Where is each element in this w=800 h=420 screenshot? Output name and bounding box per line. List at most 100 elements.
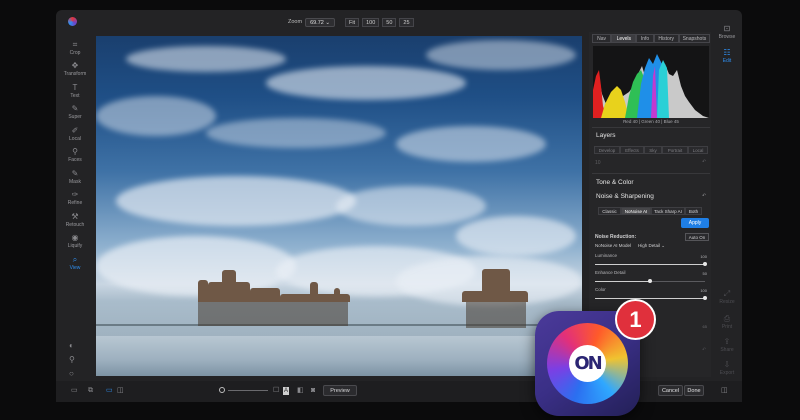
checkbox-icon[interactable]: ☐ (273, 386, 279, 396)
zoom-100-button[interactable]: 100 (362, 17, 380, 27)
tab-levels[interactable]: Levels (611, 34, 637, 43)
filmstrip-toggle-icon[interactable]: ▭ (71, 386, 78, 396)
view-icon: ⌕ (72, 255, 78, 264)
layer-tab-effects[interactable]: Effects (620, 146, 644, 154)
zoom-25-button[interactable]: 25 (399, 17, 414, 27)
layer-tabs: Develop Effects Sky Portrait Local (594, 146, 708, 154)
auto-on-button[interactable]: Auto On (685, 233, 709, 241)
layer-dim-value: 10 (595, 160, 601, 166)
tab-nav[interactable]: Nav (592, 34, 612, 43)
tool-rail: ⌗ Crop ✥ Transform T Text ✎ Super ✐ Local ⚲ Fa… (58, 34, 92, 274)
zoom-toolbar: Zoom 69.72 ⌄ Fit 100 50 25 (288, 17, 414, 27)
mode-browse[interactable]: ⊡ Browse (714, 24, 740, 40)
app-logo-icon (68, 17, 77, 26)
zoom-50-button[interactable]: 50 (382, 17, 397, 27)
tool-retouch[interactable]: ⚒ Retouch (58, 212, 92, 233)
layer-tab-local[interactable]: Local (688, 146, 708, 154)
histogram (593, 46, 709, 118)
bottom-zoom-knob[interactable] (219, 387, 225, 393)
mode-both[interactable]: Both (685, 207, 702, 215)
color-slider[interactable] (595, 296, 707, 300)
mode-classic[interactable]: Classic (598, 207, 621, 215)
app-icon-monogram: ON (574, 353, 602, 374)
noise-reset-icon[interactable]: ↶ (702, 193, 706, 199)
mode-resize[interactable]: ⤢ Resize (714, 289, 740, 305)
layers-toggle-icon[interactable]: ◐ (69, 341, 74, 351)
retouch-icon: ⚒ (71, 212, 79, 221)
browse-icon: ⊡ (723, 24, 731, 33)
bottom-zoom-slider[interactable] (228, 390, 268, 391)
tab-info[interactable]: Info (636, 34, 654, 43)
single-view-icon[interactable]: ▭ (106, 386, 113, 396)
tool-view[interactable]: ⌕ View (58, 255, 92, 276)
layer-reset-icon[interactable]: ↶ (702, 159, 706, 165)
tab-history[interactable]: History (653, 34, 679, 43)
tool-liquify[interactable]: ◉ Liquify (58, 233, 92, 254)
tone-color-title[interactable]: Tone & Color (596, 179, 634, 186)
luminance-label: Luminance (595, 253, 618, 258)
layer-tab-sky[interactable]: Sky (644, 146, 662, 154)
transform-icon: ✥ (71, 61, 79, 70)
zoom-dropdown[interactable]: 69.72 ⌄ (305, 17, 335, 27)
color-value: 100 (700, 288, 707, 293)
tool-faces[interactable]: ⚲ Faces (58, 147, 92, 168)
mode-print[interactable]: ⎙ Print (714, 314, 740, 330)
help-icon[interactable]: ○ (69, 369, 74, 379)
compare-icon[interactable]: ⧉ (88, 386, 93, 396)
mode-share[interactable]: ⇪ Share (714, 337, 740, 353)
mask-icon: ✎ (71, 169, 79, 178)
color-label: Color (595, 287, 606, 292)
tool-local[interactable]: ✐ Local (58, 126, 92, 147)
tool-refine[interactable]: ✑ Refine (58, 190, 92, 211)
local-brush-icon: ✐ (71, 126, 79, 135)
mode-export[interactable]: ⇩ Export (714, 360, 740, 376)
mask-toggle-icon[interactable]: ◧ (297, 386, 304, 396)
tool-crop[interactable]: ⌗ Crop (58, 40, 92, 61)
split-view-icon[interactable]: ◫ (117, 386, 124, 396)
tool-super[interactable]: ✎ Super (58, 104, 92, 125)
layers-title: Layers (596, 132, 616, 139)
noise-sharpening-title[interactable]: Noise & Sharpening (596, 193, 654, 200)
histogram-readout: Red 40 | Green 40 | Blue 45 (623, 119, 679, 124)
enhance-detail-slider[interactable] (595, 279, 705, 283)
apply-button[interactable]: Apply (681, 218, 709, 228)
camera-icon[interactable]: ◙ (311, 386, 315, 396)
tool-text[interactable]: T Text (58, 83, 92, 104)
tab-snapshots[interactable]: Snapshots (678, 34, 711, 43)
liquify-icon: ◉ (71, 233, 79, 242)
faces-icon: ⚲ (72, 147, 78, 156)
brush-icon: ✎ (71, 104, 79, 113)
preview-button[interactable]: Preview (323, 385, 357, 396)
done-button[interactable]: Done (684, 385, 704, 396)
noise-mode-selector: Classic NoNoise AI Tack Sharp AI Both (598, 207, 706, 215)
mode-nonoise-ai[interactable]: NoNoise AI (621, 207, 651, 215)
mode-edit[interactable]: ☷ Edit (714, 48, 740, 64)
enhance-detail-value: 50 (702, 271, 707, 276)
cancel-button[interactable]: Cancel (658, 385, 683, 396)
lower-reset-icon[interactable]: ↶ (702, 347, 706, 353)
zoom-label: Zoom (288, 19, 303, 25)
tool-transform[interactable]: ✥ Transform (58, 61, 92, 82)
edit-icon: ☷ (723, 48, 731, 57)
export-icon: ⇩ (723, 360, 731, 369)
brush-settings-icon[interactable]: ⚲ (69, 355, 75, 365)
luminance-slider[interactable] (595, 262, 707, 266)
model-label: NoNoise AI Model (595, 243, 632, 248)
print-icon: ⎙ (723, 314, 731, 323)
zoom-fit-button[interactable]: Fit (344, 17, 360, 27)
layer-tab-develop[interactable]: Develop (594, 146, 620, 154)
model-dropdown[interactable]: High Detail ⌄ (638, 243, 665, 249)
photo-canvas[interactable] (96, 36, 582, 376)
noise-reduction-label: Noise Reduction: (595, 234, 637, 240)
layer-tab-portrait[interactable]: Portrait (662, 146, 688, 154)
apply-label: Apply (688, 220, 702, 226)
share-icon: ⇪ (723, 337, 731, 346)
luminance-value: 100 (700, 254, 707, 259)
refine-icon: ✑ (71, 190, 79, 199)
enhance-detail-label: Enhance Detail (595, 270, 626, 275)
text-icon: T (72, 83, 78, 92)
tool-mask[interactable]: ✎ Mask (58, 169, 92, 190)
mode-tack-sharp-ai[interactable]: Tack Sharp AI (651, 207, 685, 215)
panel-toggle-icon[interactable]: ◫ (721, 386, 728, 396)
text-overlay-icon[interactable]: A (283, 387, 290, 395)
